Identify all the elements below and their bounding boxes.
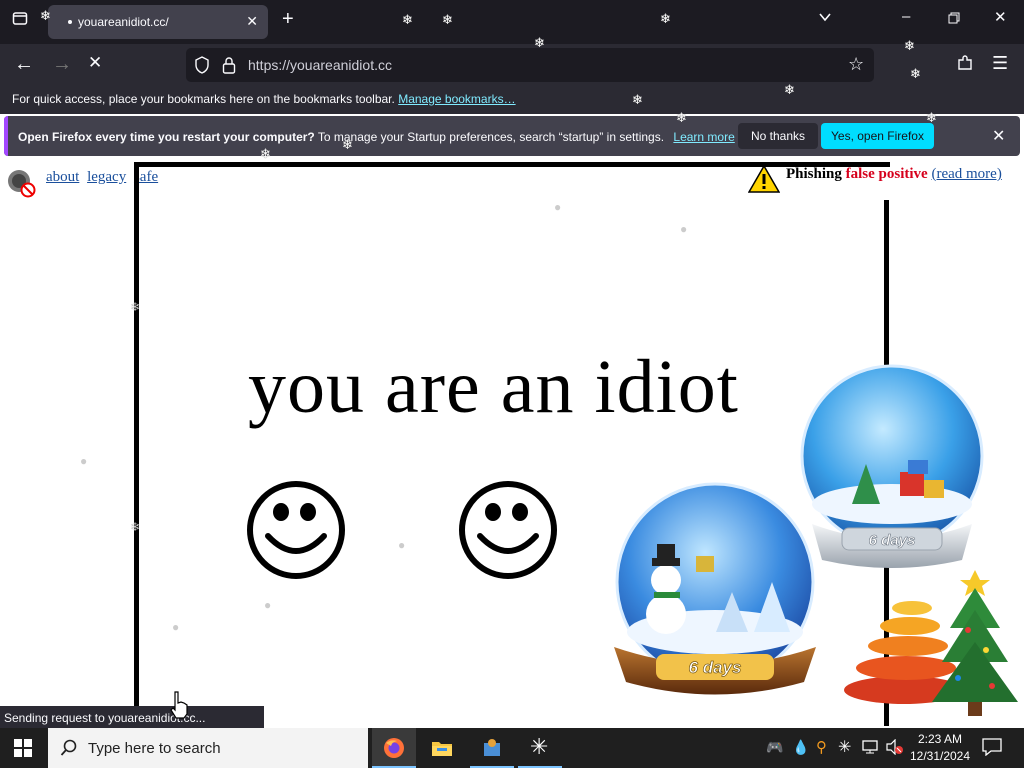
startup-notification-bar: Open Firefox every time you restart your… (4, 116, 1020, 156)
taskbar-app-button[interactable] (470, 728, 514, 768)
snowflake-tray-icon[interactable]: ✳ (838, 737, 851, 757)
snowflake-icon: ❄ (676, 110, 687, 125)
legacy-link[interactable]: legacy (87, 169, 126, 185)
loading-dot-icon (68, 20, 72, 24)
clock-time: 2:23 AM (917, 732, 963, 746)
snowflake-icon: ❄ (632, 92, 643, 107)
url-bar[interactable]: https://youareanidiot.cc ☆ (186, 48, 874, 82)
learn-more-link[interactable]: Learn more (673, 130, 734, 144)
globe-label: 6 days (869, 532, 916, 549)
globe-label: 6 days (689, 658, 742, 677)
chevron-down-icon[interactable] (818, 10, 832, 28)
snowflake-icon: ❄ (402, 12, 413, 27)
notification-text: To manage your Startup preferences, sear… (317, 130, 665, 144)
forward-icon[interactable]: → (52, 53, 72, 76)
snowflake-icon: ❄ (534, 35, 545, 50)
snowflake-icon: ❄ (40, 8, 51, 23)
back-icon[interactable]: ← (14, 53, 34, 76)
snowflake-icon: ❄ (442, 12, 453, 27)
snowflake-icon: ● (680, 222, 688, 236)
taskbar-clock[interactable]: 2:23 AM 12/31/2024 (908, 731, 972, 765)
menu-icon[interactable]: ☰ (992, 53, 1008, 74)
app-icon (484, 739, 500, 756)
tray-app-icon[interactable]: 🎮 (766, 739, 783, 756)
bookmarks-hint: For quick access, place your bookmarks h… (12, 92, 395, 106)
tab-close-icon[interactable]: ✕ (246, 13, 258, 30)
clock-date: 12/31/2024 (909, 749, 971, 763)
tab-list-icon[interactable] (12, 10, 28, 30)
yes-open-firefox-button[interactable]: Yes, open Firefox (821, 123, 934, 149)
about-link[interactable]: about (46, 169, 79, 185)
no-thanks-button[interactable]: No thanks (738, 123, 818, 149)
snowflake-icon: ❄ (904, 38, 915, 53)
hand-cursor-icon (170, 691, 188, 719)
stop-icon[interactable]: ✕ (88, 53, 102, 73)
snowflake-icon: ❄ (926, 110, 937, 125)
taskbar-search-box[interactable]: Type here to search (48, 728, 368, 768)
phishing-notice: Phishing false positive (read more) (747, 164, 1002, 193)
snow-globe-presents-image: 6 days (800, 364, 984, 568)
snowflake-icon: ❄ (784, 82, 795, 97)
snowflake-icon: ● (398, 538, 406, 552)
windows-start-icon[interactable] (14, 739, 32, 760)
snowflake-icon: ● (172, 620, 180, 634)
minimize-icon[interactable]: – (902, 8, 910, 25)
taskbar-file-explorer-button[interactable] (420, 728, 464, 768)
firefox-icon (384, 738, 404, 758)
notification-accent-stripe (4, 116, 8, 156)
new-tab-icon[interactable]: + (282, 8, 294, 31)
navigation-toolbar: ← → ✕ https://youareanidiot.cc ☆ ☰ (0, 44, 1024, 86)
false-positive-text: false positive (845, 166, 928, 182)
snowflake-icon: ❄ (130, 300, 141, 314)
speaker-muted-tray-icon[interactable] (886, 738, 904, 758)
warning-icon (747, 164, 781, 199)
tab-strip: youareanidiot.cc/ ✕ + – ✕ (0, 0, 1024, 44)
tab-title: youareanidiot.cc/ (78, 15, 169, 29)
taskbar-snowflake-app-button[interactable]: ✳ (518, 728, 562, 768)
restore-icon[interactable] (948, 11, 960, 28)
droplet-icon[interactable]: 💧 (792, 739, 809, 756)
snowflake-icon: ● (264, 598, 272, 612)
snowflake-icon: ● (80, 454, 88, 468)
notification-icon[interactable] (982, 738, 1002, 759)
network-icon[interactable] (862, 739, 878, 758)
snowflake-icon: ● (554, 200, 562, 214)
taskbar-firefox-button[interactable] (372, 728, 416, 768)
manage-bookmarks-link[interactable]: Manage bookmarks… (398, 92, 515, 106)
page-viewport: about legacy safe Phishing false positiv… (0, 160, 1024, 726)
extensions-icon[interactable] (956, 54, 974, 77)
tab-active[interactable]: youareanidiot.cc/ ✕ (48, 5, 268, 39)
snowflake-icon: ❄ (260, 146, 271, 161)
close-icon[interactable]: ✕ (994, 8, 1007, 26)
windows-taskbar: Type here to search ✳ 🎮 💧 ⚲ ✳ 2:23 AM 12… (0, 728, 1024, 768)
headline-text: you are an idiot (248, 345, 739, 429)
bookmarks-toolbar: For quick access, place your bookmarks h… (0, 86, 1024, 114)
lock-icon[interactable] (222, 56, 236, 79)
notification-question: Open Firefox every time you restart your… (18, 130, 315, 144)
snowflake-icon: ❄ (342, 137, 353, 152)
smiley-face-icon (459, 481, 557, 579)
snowflake-icon: ❄ (910, 66, 921, 81)
snowflake-icon: ❄ (660, 11, 671, 26)
status-panel: Sending request to youareanidiot.cc... (0, 706, 264, 728)
url-text[interactable]: https://youareanidiot.cc (248, 57, 392, 73)
snowflake-icon: ❄ (130, 520, 141, 534)
smiley-face-icon (247, 481, 345, 579)
read-more-link[interactable]: (read more) (931, 166, 1001, 182)
file-explorer-icon (432, 742, 452, 756)
snowflake-app-icon: ✳ (530, 734, 549, 759)
shield-icon[interactable] (194, 56, 210, 79)
christmas-tree-image (932, 570, 1018, 716)
notification-close-icon[interactable]: ✕ (992, 126, 1005, 146)
star-icon[interactable]: ☆ (848, 54, 864, 75)
phishing-word: Phishing (786, 166, 842, 182)
search-tray-icon[interactable]: ⚲ (816, 738, 827, 756)
search-icon (60, 739, 78, 760)
speaker-muted-icon[interactable] (6, 168, 38, 203)
search-placeholder: Type here to search (88, 740, 221, 757)
